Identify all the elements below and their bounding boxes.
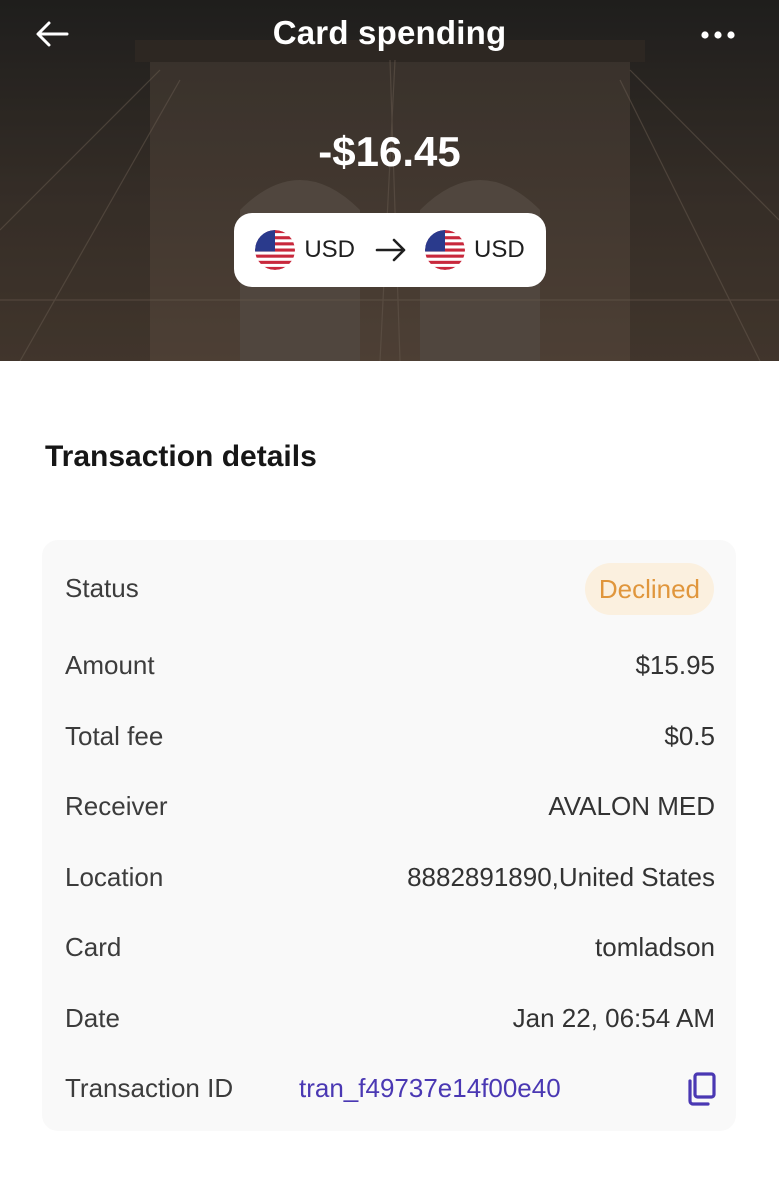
date-value: Jan 22, 06:54 AM <box>512 1003 715 1033</box>
page-title: Card spending <box>272 14 507 51</box>
copy-icon <box>688 1072 716 1106</box>
currency-conversion-pill: USD USD <box>234 213 546 287</box>
status-row: Status Declined <box>42 563 736 615</box>
top-bar: Card spending <box>0 0 779 72</box>
transaction-details-card: Status Declined Amount $15.95 Total fee … <box>42 540 736 1131</box>
status-value: Declined <box>598 573 700 604</box>
arrow-right-icon <box>375 238 407 262</box>
fee-label: Total fee <box>65 721 164 751</box>
card-value: tomladson <box>595 932 715 962</box>
location-value: 8882891890,United States <box>407 862 715 892</box>
card-row: Card tomladson <box>42 922 736 972</box>
section-title: Transaction details <box>45 440 317 473</box>
transaction-id-link[interactable]: tran_f49737e14f00e40 <box>299 1073 561 1104</box>
transaction-id-label: Transaction ID <box>65 1073 234 1103</box>
us-flag-icon <box>255 230 296 270</box>
fee-value: $0.5 <box>664 721 715 751</box>
copy-button[interactable] <box>684 1071 718 1107</box>
amount-value: $15.95 <box>635 650 715 680</box>
receiver-value: AVALON MED <box>548 791 715 821</box>
to-currency-code: USD <box>474 236 525 263</box>
receiver-label: Receiver <box>65 791 168 821</box>
fee-row: Total fee $0.5 <box>42 711 736 761</box>
more-horizontal-icon <box>701 31 735 39</box>
amount-row: Amount $15.95 <box>42 640 736 690</box>
transaction-id-row: Transaction ID tran_f49737e14f00e40 <box>42 1063 736 1113</box>
transaction-amount: -$16.45 <box>318 128 461 175</box>
status-label: Status <box>65 573 139 603</box>
amount-label: Amount <box>65 650 155 680</box>
receiver-row: Receiver AVALON MED <box>42 781 736 831</box>
status-badge: Declined <box>584 563 714 615</box>
date-row: Date Jan 22, 06:54 AM <box>42 993 736 1043</box>
date-label: Date <box>65 1003 120 1033</box>
card-label: Card <box>65 932 122 962</box>
header-hero: Card spending -$16.45 USD USD <box>0 0 779 361</box>
more-options-button[interactable] <box>690 18 746 52</box>
from-currency-code: USD <box>304 236 355 263</box>
location-row: Location 8882891890,United States <box>42 852 736 902</box>
location-label: Location <box>65 862 164 892</box>
us-flag-icon <box>425 230 465 270</box>
